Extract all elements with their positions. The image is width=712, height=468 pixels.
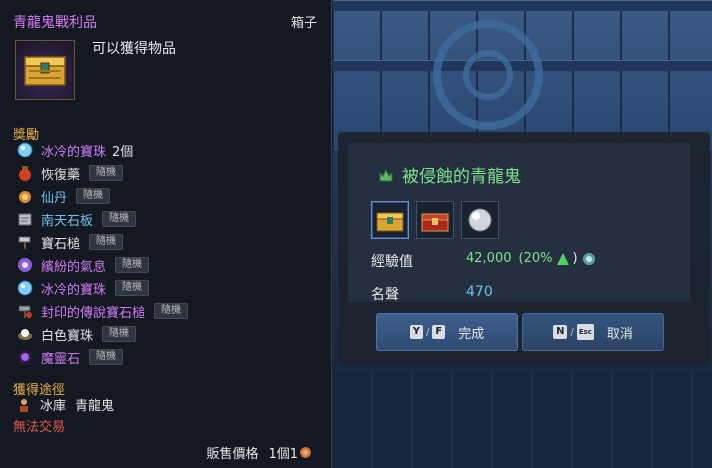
arrow-up-icon bbox=[557, 252, 570, 265]
sell-price: 販售價格 1個1 bbox=[206, 443, 311, 462]
untradeable-label: 無法交易 bbox=[13, 420, 66, 435]
item-name: 青龍鬼戰利品 bbox=[13, 15, 97, 31]
reward-item: 寶石槌 隨機 bbox=[16, 232, 124, 252]
reward-item: 冰冷的寶珠 2個 bbox=[16, 140, 133, 160]
price-label: 販售價格 bbox=[206, 447, 259, 462]
fame-label: 名聲 bbox=[371, 287, 399, 303]
stone-tablet-icon bbox=[16, 210, 34, 228]
random-badge: 隨機 bbox=[102, 326, 137, 342]
price-value: 1個1 bbox=[268, 447, 298, 462]
hotkey-f: F bbox=[432, 325, 446, 339]
silver-orb-icon bbox=[468, 208, 492, 232]
reward-slot-chest[interactable] bbox=[371, 201, 409, 239]
white-orb-icon bbox=[16, 325, 34, 343]
fame-value: 470 bbox=[466, 284, 493, 300]
reward-slot-orb[interactable] bbox=[461, 201, 499, 239]
npc-icon bbox=[16, 397, 32, 413]
exp-label: 經驗值 bbox=[371, 254, 413, 270]
treasure-chest-icon bbox=[15, 40, 75, 100]
item-description: 可以獲得物品 bbox=[92, 41, 176, 57]
complete-button[interactable]: Y / F 完成 bbox=[376, 313, 518, 351]
ice-orb-icon bbox=[16, 279, 34, 297]
reward-item: 恢復藥 隨機 bbox=[16, 163, 124, 183]
cancel-button-label: 取消 bbox=[606, 326, 633, 342]
complete-button-label: 完成 bbox=[458, 326, 485, 342]
red-chest-icon bbox=[421, 213, 449, 232]
copper-coin-icon bbox=[300, 447, 311, 458]
reward-item: 白色寶珠 隨機 bbox=[16, 324, 137, 344]
sealed-hammer-icon bbox=[16, 302, 34, 320]
random-badge: 隨機 bbox=[154, 303, 189, 319]
boss-icon bbox=[378, 167, 394, 183]
random-badge: 隨機 bbox=[89, 165, 124, 181]
random-badge: 隨機 bbox=[89, 349, 124, 365]
reward-item: 南天石板 隨機 bbox=[16, 209, 137, 229]
exp-bonus-close: ) bbox=[572, 251, 578, 266]
reward-item: 封印的傳說寶石槌 隨機 bbox=[16, 301, 189, 321]
hotkey-esc: Esc bbox=[576, 324, 594, 340]
treasure-chest-icon bbox=[376, 212, 404, 232]
exp-value: 42,000 bbox=[466, 251, 512, 266]
exp-bonus-pct: 20% bbox=[523, 251, 553, 266]
obtain-route: 冰庫 青龍鬼 bbox=[16, 395, 114, 414]
random-badge: 隨機 bbox=[102, 211, 137, 227]
soul-stone-icon bbox=[16, 348, 34, 366]
item-tooltip: 青龍鬼戰利品 箱子 可以獲得物品 獎勵 冰冷的寶珠 2個 恢復藥 隨機 仙丹 隨… bbox=[0, 0, 332, 468]
dialog-content: 被侵蝕的青龍鬼 經驗值 42,000 ( 20%) 名聲 470 bbox=[348, 143, 690, 303]
reward-slot-red-chest[interactable] bbox=[416, 201, 454, 239]
random-badge: 隨機 bbox=[115, 280, 150, 296]
exp-value-row: 42,000 ( 20% ) bbox=[466, 251, 596, 266]
cancel-button[interactable]: N / Esc 取消 bbox=[522, 313, 664, 351]
elixir-icon bbox=[16, 187, 34, 205]
gem-icon bbox=[582, 252, 596, 266]
random-badge: 隨機 bbox=[89, 234, 124, 250]
aura-icon bbox=[16, 256, 34, 274]
obtain-location: 冰庫 bbox=[40, 399, 67, 414]
wooden-floor bbox=[333, 370, 712, 468]
random-badge: 隨機 bbox=[115, 257, 150, 273]
reward-item: 冰冷的寶珠 隨機 bbox=[16, 278, 150, 298]
potion-icon bbox=[16, 164, 34, 182]
reward-item: 仙丹 隨機 bbox=[16, 186, 111, 206]
reward-item: 繽紛的氣息 隨機 bbox=[16, 255, 150, 275]
ice-orb-icon bbox=[16, 141, 34, 159]
obtain-source: 青龍鬼 bbox=[75, 399, 115, 414]
hammer-icon bbox=[16, 233, 34, 251]
quest-complete-dialog: 被侵蝕的青龍鬼 經驗值 42,000 ( 20%) 名聲 470 Y / F … bbox=[338, 132, 710, 365]
dialog-title: 被侵蝕的青龍鬼 bbox=[378, 162, 521, 187]
random-badge: 隨機 bbox=[76, 188, 111, 204]
hotkey-y: Y bbox=[409, 325, 423, 339]
item-type: 箱子 bbox=[290, 16, 317, 31]
reward-item: 魔靈石 隨機 bbox=[16, 347, 124, 367]
hotkey-n: N bbox=[553, 325, 568, 339]
